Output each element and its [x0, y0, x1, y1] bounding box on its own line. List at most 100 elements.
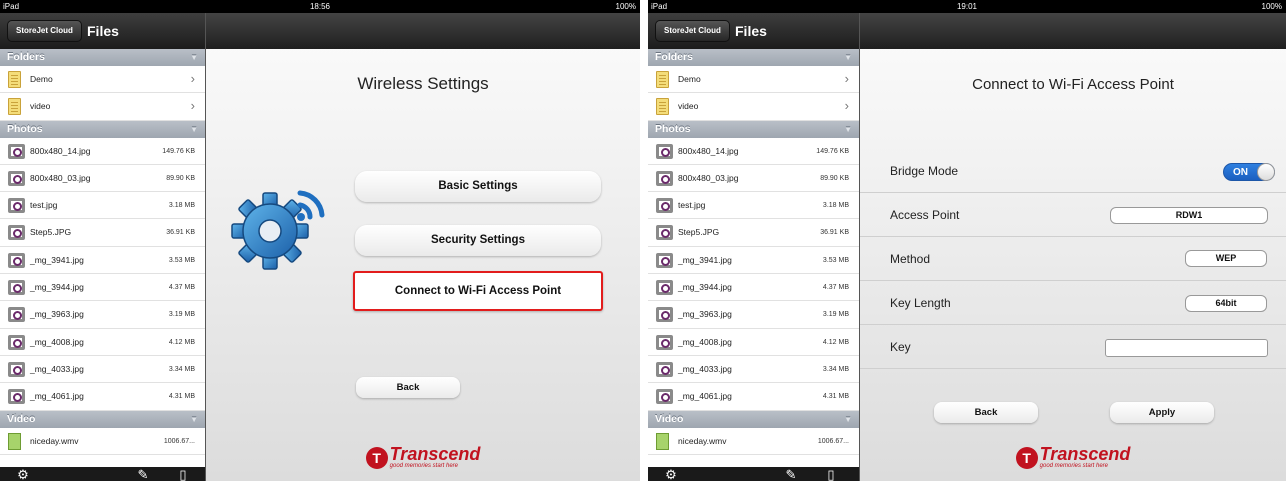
status-bar: iPad 19:01 100% [648, 0, 1286, 13]
section-label: Video [655, 412, 684, 425]
method-selector[interactable]: WEP [1185, 250, 1267, 267]
apply-button[interactable]: Apply [1110, 402, 1214, 423]
security-settings-button[interactable]: Security Settings [355, 225, 601, 256]
file-name: 800x480_14.jpg [30, 145, 91, 156]
bridge-mode-toggle[interactable]: ON [1223, 163, 1275, 181]
photo-item[interactable]: _mg_3963.jpg 3.19 MB [648, 301, 859, 329]
photo-item[interactable]: Step5.JPG 36.91 KB [648, 219, 859, 247]
photo-icon [656, 170, 673, 186]
bridge-mode-label: Bridge Mode [890, 164, 959, 178]
toggle-state: ON [1233, 167, 1248, 178]
file-size: 4.12 MB [168, 338, 195, 346]
photo-icon [656, 389, 673, 405]
file-size: 36.91 KB [820, 229, 849, 237]
gear-icon[interactable]: ⚙ [664, 468, 678, 481]
storejet-cloud-button[interactable]: StoreJet Cloud [655, 20, 730, 42]
file-name: _mg_4061.jpg [678, 391, 732, 402]
photo-item[interactable]: 800x480_14.jpg 149.76 KB [648, 137, 859, 165]
folder-item[interactable]: Demo › [0, 66, 205, 94]
photo-item[interactable]: Step5.JPG 36.91 KB [0, 219, 205, 247]
file-name: Step5.JPG [30, 227, 72, 238]
file-size: 36.91 KB [166, 229, 195, 237]
file-size: 3.34 MB [168, 365, 195, 373]
folder-item[interactable]: video › [648, 93, 859, 121]
file-size: 1006.67... [817, 437, 849, 445]
toggle-knob [1257, 163, 1275, 181]
sidebar-title: Files [87, 23, 119, 39]
file-size: 3.18 MB [822, 202, 849, 210]
section-header-folders[interactable]: Folders ▼ [648, 49, 859, 66]
folder-name: Demo [30, 74, 53, 84]
folder-name: Demo [678, 74, 701, 84]
folder-item[interactable]: Demo › [648, 66, 859, 94]
photo-item[interactable]: _mg_4008.jpg 4.12 MB [0, 328, 205, 356]
folder-item[interactable]: video › [0, 93, 205, 121]
photo-item[interactable]: _mg_4033.jpg 3.34 MB [0, 355, 205, 384]
photo-item[interactable]: test.jpg 3.18 MB [0, 192, 205, 220]
photo-icon [8, 389, 25, 405]
video-item[interactable]: niceday.wmv 1006.67... [0, 427, 205, 455]
photo-icon [8, 334, 25, 350]
gear-icon[interactable]: ⚙ [16, 468, 30, 481]
video-item[interactable]: niceday.wmv 1006.67... [648, 427, 859, 455]
sidebar-title: Files [735, 23, 767, 39]
chevron-down-icon: ▼ [844, 53, 852, 62]
edit-icon[interactable]: ✎ [136, 468, 150, 481]
sidebar-toolbar: ⚙ ✎ ▯ [0, 467, 205, 481]
key-input[interactable] [1105, 339, 1268, 357]
edit-icon[interactable]: ✎ [784, 468, 798, 481]
photo-item[interactable]: _mg_3963.jpg 3.19 MB [0, 301, 205, 329]
photo-item[interactable]: _mg_4061.jpg 4.31 MB [0, 383, 205, 411]
sidebar-navbar: StoreJet Cloud Files [0, 13, 205, 49]
storejet-cloud-button[interactable]: StoreJet Cloud [7, 20, 82, 42]
section-header-photos[interactable]: Photos ▼ [648, 120, 859, 138]
basic-settings-button[interactable]: Basic Settings [355, 171, 601, 202]
file-name: _mg_4008.jpg [678, 336, 732, 347]
photo-item[interactable]: test.jpg 3.18 MB [648, 192, 859, 220]
file-name: 800x480_03.jpg [30, 172, 91, 183]
transcend-mark-icon: T [365, 446, 388, 469]
photo-item[interactable]: _mg_3941.jpg 3.53 MB [648, 246, 859, 275]
device-icon[interactable]: ▯ [176, 468, 190, 481]
photo-icon [656, 280, 673, 296]
key-length-selector[interactable]: 64bit [1185, 295, 1267, 312]
photo-item[interactable]: 800x480_03.jpg 89.90 KB [648, 164, 859, 193]
photo-item[interactable]: _mg_3944.jpg 4.37 MB [648, 274, 859, 302]
file-name: test.jpg [678, 200, 706, 211]
back-button[interactable]: Back [934, 402, 1038, 423]
connect-wifi-button[interactable]: Connect to Wi-Fi Access Point [353, 271, 603, 311]
file-size: 1006.67... [163, 437, 195, 445]
key-length-label: Key Length [890, 296, 951, 310]
access-point-selector[interactable]: RDW1 [1110, 207, 1268, 224]
file-size: 3.19 MB [822, 311, 849, 319]
photo-item[interactable]: 800x480_14.jpg 149.76 KB [0, 137, 205, 165]
photo-icon [8, 225, 25, 241]
sidebar-toolbar: ⚙ ✎ ▯ [648, 467, 859, 481]
photo-item[interactable]: _mg_3941.jpg 3.53 MB [0, 246, 205, 275]
file-name: _mg_4008.jpg [30, 336, 84, 347]
file-size: 89.90 KB [820, 174, 849, 182]
brand-tagline: good memories start here [389, 463, 459, 469]
photo-item[interactable]: 800x480_03.jpg 89.90 KB [0, 164, 205, 193]
folder-name: video [30, 101, 51, 112]
file-name: _mg_3963.jpg [30, 309, 84, 320]
content-navbar [860, 13, 1286, 49]
back-button[interactable]: Back [356, 377, 460, 398]
chevron-right-icon: › [844, 71, 849, 86]
file-name: _mg_4061.jpg [30, 391, 84, 402]
files-sidebar: StoreJet Cloud Files Folders ▼ Demo › vide… [0, 13, 206, 481]
section-header-video[interactable]: Video ▼ [0, 410, 205, 428]
photo-item[interactable]: _mg_3944.jpg 4.37 MB [0, 274, 205, 302]
method-label: Method [890, 252, 931, 266]
section-header-video[interactable]: Video ▼ [648, 410, 859, 428]
device-icon[interactable]: ▯ [824, 468, 838, 481]
photo-item[interactable]: _mg_4008.jpg 4.12 MB [648, 328, 859, 356]
section-header-folders[interactable]: Folders ▼ [0, 49, 205, 66]
chevron-down-icon: ▼ [844, 124, 852, 134]
file-name: _mg_4033.jpg [30, 363, 84, 374]
section-header-photos[interactable]: Photos ▼ [0, 120, 205, 138]
photo-item[interactable]: _mg_4033.jpg 3.34 MB [648, 355, 859, 384]
photo-icon [656, 225, 673, 241]
photo-item[interactable]: _mg_4061.jpg 4.31 MB [648, 383, 859, 411]
key-row: Key [860, 325, 1286, 369]
